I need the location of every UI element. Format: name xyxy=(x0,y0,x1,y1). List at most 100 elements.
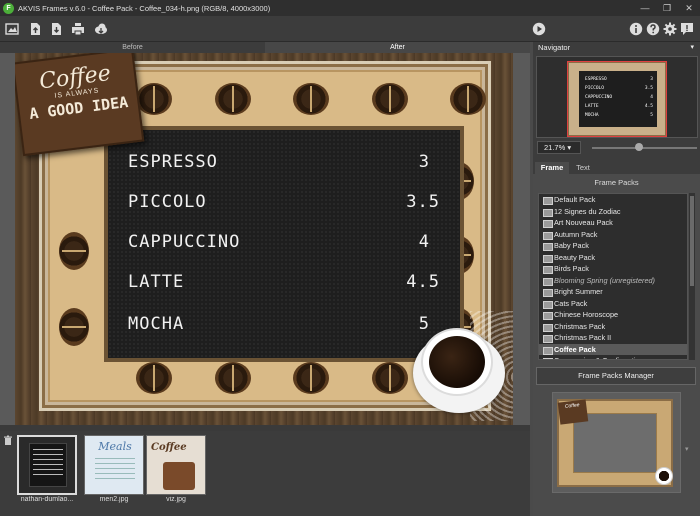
frame-pack-item[interactable]: Beauty Pack xyxy=(539,252,687,264)
notification-icon[interactable] xyxy=(679,21,695,37)
frame-pack-item[interactable]: Art Nouveau Pack xyxy=(539,217,687,229)
menu-price: 4 xyxy=(418,232,430,252)
menu-row: LATTE 4.5 xyxy=(128,272,448,292)
preview-dropdown-icon[interactable]: ▾ xyxy=(685,445,689,453)
menu-item: PICCOLO xyxy=(128,192,207,212)
coffee-bean-decoration xyxy=(59,232,89,270)
before-after-bar: Before After xyxy=(0,42,530,53)
frame-pack-item[interactable]: Christmas Pack xyxy=(539,321,687,333)
frame-pack-item[interactable]: Christmas Pack II xyxy=(539,332,687,344)
coffee-bean-decoration xyxy=(215,83,251,115)
coffee-bean-decoration xyxy=(372,83,408,115)
menu-row: PICCOLO 3.5 xyxy=(128,192,448,212)
image-canvas[interactable]: ESPRESSO 3 PICCOLO 3.5 CAPPUCCINO 4 LATTE 4.… xyxy=(0,53,530,425)
menu-price: 5 xyxy=(418,314,430,334)
frame-preview-cup xyxy=(655,467,673,485)
frame-packs-manager-button[interactable]: Frame Packs Manager xyxy=(536,367,696,385)
panel-tabs: Frame Text xyxy=(533,160,700,174)
menu-item: ESPRESSO xyxy=(128,152,218,172)
minimize-button[interactable]: — xyxy=(634,0,656,16)
navigator-preview[interactable]: ESPRESSO 3 PICCOLO 3.5 CAPPUCCINO 4 LATTE 4.… xyxy=(536,56,698,138)
menu-item: MOCHA xyxy=(128,314,185,334)
menu-price: 3.5 xyxy=(406,192,440,212)
coffee-bean-decoration xyxy=(293,362,329,394)
cloud-icon[interactable] xyxy=(93,21,109,37)
right-panel: Navigator ▾ ESPRESSO 3 PICCOLO 3.5 CAPPUCC… xyxy=(533,42,700,516)
frame-preview-sign: Coffee xyxy=(557,399,589,425)
frame-tab-panel: Frame Packs Default Pack 12 Signes du Zod… xyxy=(533,174,700,516)
print-icon[interactable] xyxy=(70,21,86,37)
frame-preview[interactable]: Coffee xyxy=(552,392,681,493)
frame-preview-inner xyxy=(573,413,657,473)
thumbnail-image[interactable]: Meals xyxy=(84,435,144,495)
thumbnail-image[interactable]: Coffee xyxy=(146,435,206,495)
thumbnail-overlay-text: Coffee xyxy=(151,442,187,453)
coffee-bean-decoration xyxy=(372,362,408,394)
navigator-viewport-rect[interactable] xyxy=(567,61,667,137)
menu-item: LATTE xyxy=(128,272,185,292)
upload-icon[interactable] xyxy=(27,21,43,37)
thumbnail-label: nathan-dumlao... xyxy=(20,496,74,503)
menu-row: MOCHA 5 xyxy=(128,314,448,334)
tab-after[interactable]: After xyxy=(265,42,530,53)
frame-pack-item[interactable]: Chinese Horoscope xyxy=(539,309,687,321)
trash-icon[interactable] xyxy=(3,435,13,445)
frame-packs-title: Frame Packs xyxy=(594,178,639,187)
menu-row: ESPRESSO 3 xyxy=(128,152,448,172)
coffee-bean-decoration xyxy=(293,83,329,115)
navigator-header: Navigator ▾ xyxy=(533,42,700,53)
frame-pack-item[interactable]: Default Pack xyxy=(539,194,687,206)
zoom-slider-track[interactable] xyxy=(592,147,697,149)
pack-list-scrollbar[interactable] xyxy=(689,193,695,360)
title-bar: F AKVIS Frames v.6.0 - Coffee Pack - Cof… xyxy=(0,0,700,16)
frame-pack-item[interactable]: Blooming Spring (unregistered) xyxy=(539,275,687,287)
frame-pack-item[interactable]: Cats Pack xyxy=(539,298,687,310)
toolbar xyxy=(0,16,700,42)
save-file-icon[interactable] xyxy=(48,21,64,37)
menu-price: 3 xyxy=(418,152,430,172)
coffee-bean-decoration xyxy=(450,83,486,115)
frame-pack-item[interactable]: Baby Pack xyxy=(539,240,687,252)
frame-pack-item[interactable]: Communion & Confirmation xyxy=(539,355,687,359)
app-window: F AKVIS Frames v.6.0 - Coffee Pack - Cof… xyxy=(0,0,700,516)
tab-before[interactable]: Before xyxy=(0,42,265,53)
thumbnail-label: men2.jpg xyxy=(99,496,129,503)
thumbnail-image[interactable] xyxy=(17,435,77,495)
tab-text[interactable]: Text xyxy=(569,162,597,174)
run-icon[interactable] xyxy=(531,21,547,37)
open-image-icon[interactable] xyxy=(4,21,20,37)
scrollbar-thumb[interactable] xyxy=(690,196,694,286)
menu-board: ESPRESSO 3 PICCOLO 3.5 CAPPUCCINO 4 LATTE 4.… xyxy=(104,126,464,362)
menu-item: CAPPUCCINO xyxy=(128,232,241,252)
framed-photo: ESPRESSO 3 PICCOLO 3.5 CAPPUCCINO 4 LATTE 4.… xyxy=(15,53,513,425)
coffee-bean-decoration xyxy=(59,308,89,346)
navigator-title: Navigator xyxy=(538,43,571,52)
zoom-dropdown[interactable]: 21.7% ▾ xyxy=(537,141,581,154)
coffee-bean-decoration xyxy=(136,83,172,115)
app-logo-icon: F xyxy=(3,2,14,14)
coffee-liquid xyxy=(429,336,485,388)
frame-pack-item[interactable]: Autumn Pack xyxy=(539,229,687,241)
info-icon[interactable] xyxy=(628,21,644,37)
thumbnail-overlay-text: Meals xyxy=(98,440,132,453)
help-icon[interactable] xyxy=(645,21,661,37)
frame-preview-image: Coffee xyxy=(557,399,673,487)
filmstrip: nathan-dumlao... Meals men2.jpg Coffee v… xyxy=(0,431,530,516)
frame-pack-item[interactable]: Coffee Pack xyxy=(539,343,687,355)
frame-pack-item[interactable]: 12 Signes du Zodiac xyxy=(539,206,687,218)
frame-pack-list[interactable]: Default Pack 12 Signes du Zodiac Art Nouve… xyxy=(538,193,688,360)
zoom-value: 21.7% xyxy=(544,143,566,152)
menu-row: CAPPUCCINO 4 xyxy=(128,232,448,252)
settings-icon[interactable] xyxy=(662,21,678,37)
tab-frame[interactable]: Frame xyxy=(535,162,569,174)
frame-pack-item[interactable]: Birds Pack xyxy=(539,263,687,275)
coffee-bean-decoration xyxy=(215,362,251,394)
thumbnail-label: viz.jpg xyxy=(166,496,186,503)
close-button[interactable]: ✕ xyxy=(678,0,700,16)
maximize-button[interactable]: ❐ xyxy=(656,0,678,16)
zoom-controls: 21.7% ▾ xyxy=(537,141,699,155)
collapse-icon[interactable]: ▾ xyxy=(690,42,694,53)
zoom-slider-knob[interactable] xyxy=(635,143,644,151)
frame-pack-item[interactable]: Bright Summer xyxy=(539,286,687,298)
coffee-bean-decoration xyxy=(136,362,172,394)
